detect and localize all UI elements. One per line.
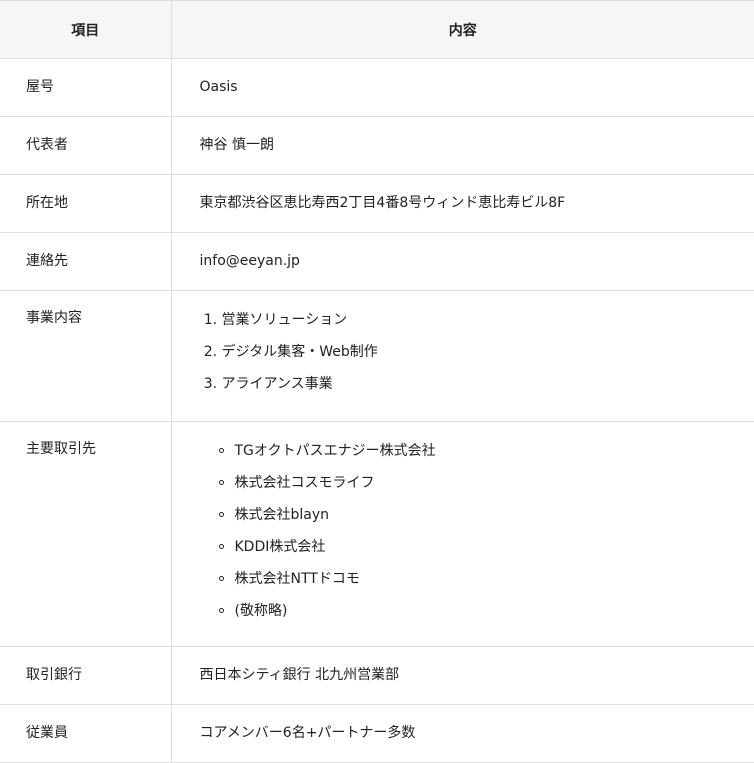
header-content: 内容 bbox=[171, 1, 754, 59]
circle-bullet-icon bbox=[219, 576, 224, 581]
row-key-bank: 取引銀行 bbox=[0, 647, 171, 705]
client-name: 株式会社blayn bbox=[235, 504, 330, 526]
company-info-table: 項目 内容 屋号 Oasis 代表者 神谷 慎一朗 所在地 東京都渋谷区恵比寿西… bbox=[0, 0, 754, 763]
client-item: 株式会社コスモライフ bbox=[219, 472, 754, 504]
table-row-clients: 主要取引先 TGオクトパスエナジー株式会社 株式会社コスモライフ 株式会社bla… bbox=[0, 422, 754, 647]
row-value-contact: info@eeyan.jp bbox=[171, 233, 754, 291]
circle-bullet-icon bbox=[219, 448, 224, 453]
row-key-contact: 連絡先 bbox=[0, 233, 171, 291]
row-key-clients: 主要取引先 bbox=[0, 422, 171, 647]
row-key-shop-name: 屋号 bbox=[0, 59, 171, 117]
row-value-business: 営業ソリューション デジタル集客・Web制作 アライアンス事業 bbox=[171, 291, 754, 422]
table-row-shop-name: 屋号 Oasis bbox=[0, 59, 754, 117]
table-row-employees: 従業員 コアメンバー6名+パートナー多数 bbox=[0, 705, 754, 763]
row-value-bank: 西日本シティ銀行 北九州営業部 bbox=[171, 647, 754, 705]
row-value-shop-name: Oasis bbox=[171, 59, 754, 117]
clients-list: TGオクトパスエナジー株式会社 株式会社コスモライフ 株式会社blayn KDD… bbox=[200, 422, 754, 646]
table-row-business: 事業内容 営業ソリューション デジタル集客・Web制作 アライアンス事業 bbox=[0, 291, 754, 422]
business-item: デジタル集客・Web制作 bbox=[222, 341, 754, 373]
client-name: TGオクトパスエナジー株式会社 bbox=[235, 440, 436, 462]
client-item: KDDI株式会社 bbox=[219, 536, 754, 568]
client-item: TGオクトパスエナジー株式会社 bbox=[219, 440, 754, 472]
row-value-employees: コアメンバー6名+パートナー多数 bbox=[171, 705, 754, 763]
client-item: 株式会社NTTドコモ bbox=[219, 568, 754, 600]
client-item: (敬称略) bbox=[219, 600, 754, 632]
row-value-clients: TGオクトパスエナジー株式会社 株式会社コスモライフ 株式会社blayn KDD… bbox=[171, 422, 754, 647]
business-item: アライアンス事業 bbox=[222, 373, 754, 405]
row-key-representative: 代表者 bbox=[0, 117, 171, 175]
business-list: 営業ソリューション デジタル集客・Web制作 アライアンス事業 bbox=[200, 291, 754, 421]
circle-bullet-icon bbox=[219, 512, 224, 517]
client-item: 株式会社blayn bbox=[219, 504, 754, 536]
table-row-bank: 取引銀行 西日本シティ銀行 北九州営業部 bbox=[0, 647, 754, 705]
row-key-employees: 従業員 bbox=[0, 705, 171, 763]
table-row-address: 所在地 東京都渋谷区恵比寿西2丁目4番8号ウィンド恵比寿ビル8F bbox=[0, 175, 754, 233]
row-value-representative: 神谷 慎一朗 bbox=[171, 117, 754, 175]
client-name: 株式会社コスモライフ bbox=[235, 472, 375, 494]
client-name: 株式会社NTTドコモ bbox=[235, 568, 360, 590]
table-row-representative: 代表者 神谷 慎一朗 bbox=[0, 117, 754, 175]
circle-bullet-icon bbox=[219, 480, 224, 485]
circle-bullet-icon bbox=[219, 608, 224, 613]
business-item: 営業ソリューション bbox=[222, 309, 754, 341]
client-name: (敬称略) bbox=[235, 600, 288, 622]
row-key-business: 事業内容 bbox=[0, 291, 171, 422]
table-row-contact: 連絡先 info@eeyan.jp bbox=[0, 233, 754, 291]
client-name: KDDI株式会社 bbox=[235, 536, 326, 558]
header-item: 項目 bbox=[0, 1, 171, 59]
row-value-address: 東京都渋谷区恵比寿西2丁目4番8号ウィンド恵比寿ビル8F bbox=[171, 175, 754, 233]
table-header-row: 項目 内容 bbox=[0, 1, 754, 59]
row-key-address: 所在地 bbox=[0, 175, 171, 233]
circle-bullet-icon bbox=[219, 544, 224, 549]
